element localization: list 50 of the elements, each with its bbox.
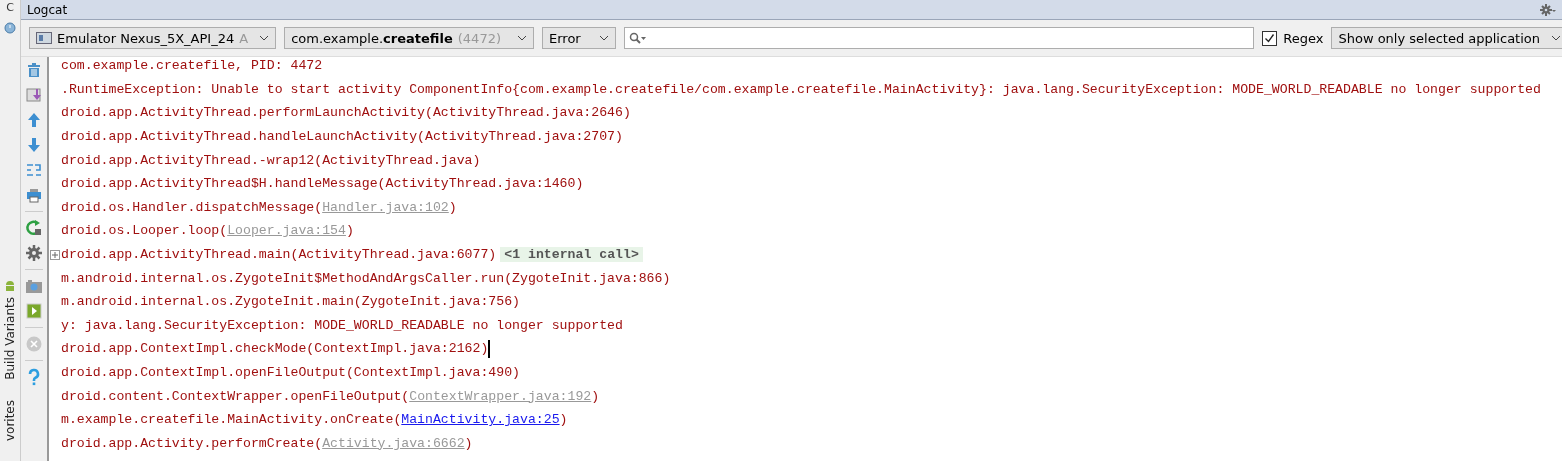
folded-calls[interactable]: <1 internal call> bbox=[500, 247, 643, 263]
wrap-icon[interactable] bbox=[25, 161, 43, 179]
log-line: droid.os.Handler.dispatchMessage(Handler.java:102) bbox=[61, 199, 457, 215]
log-line: .RuntimeException: Unable to start activity ComponentInfo{com.example.createfile/com.example.createfile.MainActivity}: java.lang.SecurityException: MODE_WORLD_READABLE no longer supported bbox=[61, 81, 1541, 97]
log-line: droid.app.ActivityThread$H.handleMessage(ActivityThread.java:1460) bbox=[61, 176, 584, 192]
log-line: y: java.lang.SecurityException: MODE_WORLD_READABLE no longer supported bbox=[61, 317, 623, 333]
trash-icon[interactable] bbox=[25, 61, 43, 79]
log-line: m.example.createfile.MainActivity.onCreate(MainActivity.java:25) bbox=[61, 412, 568, 428]
camera-icon[interactable] bbox=[25, 277, 43, 295]
search-field[interactable] bbox=[624, 27, 1255, 49]
log-line: droid.app.ActivityThread.main(ActivityThread.java:6077) bbox=[61, 247, 497, 263]
settings-icon[interactable] bbox=[25, 244, 43, 262]
caret-icon bbox=[599, 35, 609, 41]
close-icon[interactable] bbox=[25, 335, 43, 353]
caret-icon bbox=[259, 35, 270, 41]
caret-icon bbox=[1551, 35, 1561, 41]
scope-dropdown[interactable]: Show only selected application bbox=[1331, 27, 1562, 49]
regex-label: Regex bbox=[1283, 30, 1324, 46]
log-line: droid.app.ContextImpl.checkMode(ContextImpl.java:2162) bbox=[61, 341, 489, 357]
import-icon[interactable] bbox=[25, 86, 43, 104]
settings-icon[interactable] bbox=[1540, 3, 1556, 16]
expand-icon[interactable] bbox=[50, 249, 60, 260]
log-line: droid.content.ContextWrapper.openFileOutput(ContextWrapper.java:192) bbox=[61, 388, 600, 404]
log-line: droid.app.ActivityThread.handleLaunchActivity(ActivityThread.java:2707) bbox=[61, 129, 623, 145]
down-arrow-icon[interactable] bbox=[25, 136, 43, 154]
log-line: m.android.internal.os.ZygoteInit$MethodAndArgsCaller.run(ZygoteInit.java:866) bbox=[61, 270, 671, 286]
log-line: droid.os.Looper.loop(Looper.java:154) bbox=[61, 223, 354, 239]
tool-window-tab[interactable]: C bbox=[6, 1, 14, 14]
log-line: m.android.internal.os.ZygoteInit.main(ZygoteInit.java:756) bbox=[61, 294, 520, 310]
log-level-dropdown[interactable]: Error bbox=[542, 27, 616, 49]
log-line: droid.app.ActivityThread.performLaunchActivity(ActivityThread.java:2646) bbox=[61, 105, 631, 121]
process-dropdown[interactable]: com.example.createfile (4472) bbox=[284, 27, 534, 49]
panel-title: Logcat bbox=[27, 2, 69, 17]
device-icon bbox=[36, 32, 52, 44]
source-link[interactable]: MainActivity.java:25 bbox=[401, 412, 560, 428]
search-icon bbox=[629, 32, 647, 44]
log-line: com.example.createfile, PID: 4472 bbox=[61, 58, 323, 74]
restart-icon[interactable] bbox=[25, 219, 43, 237]
regex-checkbox[interactable] bbox=[1262, 30, 1278, 46]
play-icon[interactable] bbox=[25, 302, 43, 320]
up-arrow-icon[interactable] bbox=[25, 111, 43, 129]
device-dropdown[interactable]: Emulator Nexus_5X_API_24 A bbox=[29, 27, 277, 49]
stopwatch-icon[interactable] bbox=[3, 20, 17, 34]
log-line: droid.app.ActivityThread.-wrap12(ActivityThread.java) bbox=[61, 152, 481, 168]
caret-icon bbox=[517, 35, 527, 41]
log-line: droid.app.Activity.performCreate(Activity.java:6662) bbox=[61, 435, 473, 451]
printer-icon[interactable] bbox=[25, 186, 43, 204]
tool-window-tab[interactable]: vorites bbox=[3, 399, 17, 441]
tool-window-tab[interactable]: Build Variants bbox=[3, 297, 17, 380]
log-line: droid.app.ContextImpl.openFileOutput(ContextImpl.java:490) bbox=[61, 365, 520, 380]
